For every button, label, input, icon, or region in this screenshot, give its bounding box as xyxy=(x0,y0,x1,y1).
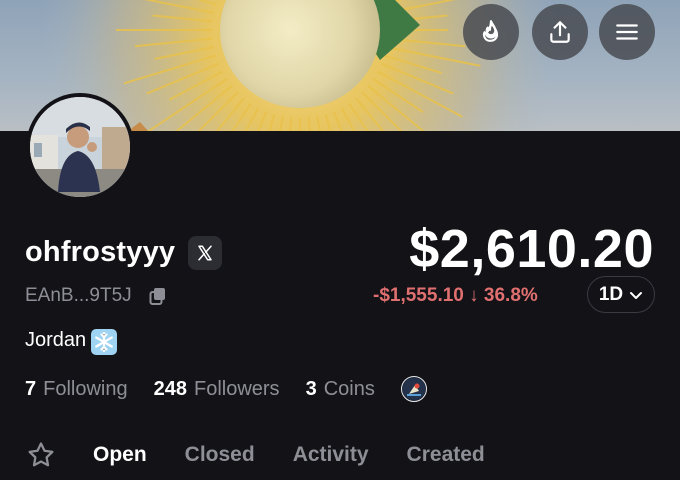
copy-icon xyxy=(149,288,165,305)
menu-button[interactable] xyxy=(599,4,655,60)
tab-created[interactable]: Created xyxy=(407,443,485,467)
following-stat[interactable]: 7 Following xyxy=(25,378,128,401)
coin-thumbnail-icon[interactable] xyxy=(400,376,427,402)
profile-stats: 7 Following 248 Followers 3 Coins xyxy=(25,376,427,402)
favorite-button[interactable] xyxy=(26,440,56,470)
avatar xyxy=(30,97,130,197)
time-range-label: 1D xyxy=(598,283,624,305)
portfolio-change: -$1,555.10 ↓ 36.8% xyxy=(373,285,538,306)
chevron-down-icon xyxy=(630,291,643,299)
followers-stat[interactable]: 248 Followers xyxy=(154,378,280,401)
portfolio-balance: $2,610.20 xyxy=(409,219,654,279)
following-count: 7 xyxy=(25,377,37,400)
time-range-selector[interactable]: 1D xyxy=(587,276,655,313)
copy-address-button[interactable] xyxy=(148,286,168,311)
followers-count: 248 xyxy=(153,377,187,400)
tab-activity[interactable]: Activity xyxy=(293,443,369,467)
wallet-address: EAnB...9T5J xyxy=(25,285,132,306)
coins-label: Coins xyxy=(323,377,375,400)
tab-open[interactable]: Open xyxy=(93,443,147,467)
coins-count: 3 xyxy=(305,377,317,400)
following-label: Following xyxy=(43,377,128,400)
flame-icon xyxy=(482,20,499,42)
hamburger-menu-icon xyxy=(616,24,638,40)
bio-text: Jordan xyxy=(25,329,87,351)
coins-stat[interactable]: 3 Coins xyxy=(306,378,375,401)
share-icon xyxy=(550,21,570,43)
x-logo-icon xyxy=(198,245,212,261)
avatar-photo xyxy=(30,97,130,197)
profile-tabs: Open Closed Activity Created xyxy=(26,438,523,472)
star-icon xyxy=(28,442,54,467)
share-button[interactable] xyxy=(532,4,588,60)
snowflake-icon xyxy=(90,328,118,361)
tab-closed[interactable]: Closed xyxy=(185,443,255,467)
avatar-container[interactable] xyxy=(26,93,134,201)
followers-label: Followers xyxy=(193,377,280,400)
fire-button[interactable] xyxy=(463,4,519,60)
x-profile-link[interactable] xyxy=(188,236,222,270)
username: ohfrostyyy xyxy=(25,236,176,268)
